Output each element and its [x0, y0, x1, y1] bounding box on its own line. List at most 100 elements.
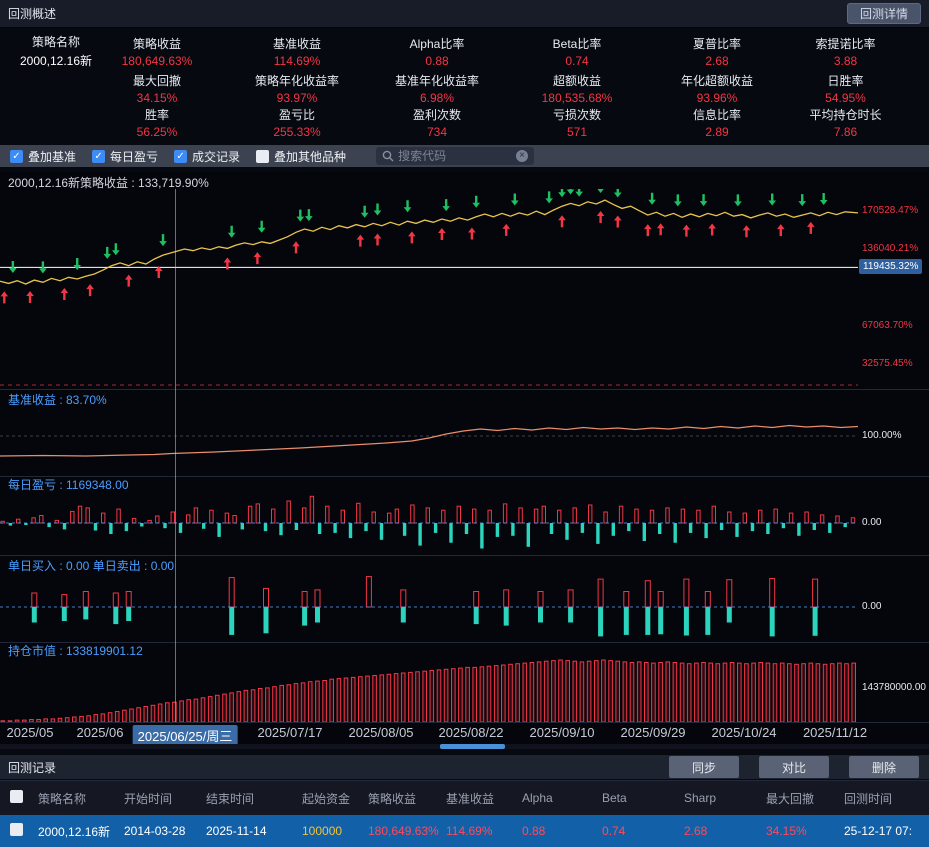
x-axis-label[interactable]: 2025/07/17: [257, 725, 322, 740]
position-axis-label: 143780000.00: [862, 682, 926, 693]
checkbox-checked-icon[interactable]: ✓: [174, 150, 187, 163]
stat-label: 日胜率: [827, 72, 863, 89]
position-value-chart[interactable]: [0, 657, 858, 722]
stat-label: 年化超额收益: [681, 72, 753, 89]
stat-cell: 超额收益 180,535.68%: [482, 71, 672, 105]
stat-cell: 盈亏比255.33%: [202, 105, 392, 139]
stat-value: 571: [567, 125, 587, 139]
section-divider: [0, 476, 929, 477]
records-table-header: 策略名称开始时间结束时间起始资金策略收益基准收益AlphaBetaSharp最大…: [0, 780, 929, 815]
column-header[interactable]: Beta: [598, 791, 680, 805]
toolbar-checkbox-item[interactable]: ✓ 每日盈亏: [92, 148, 158, 165]
stat-value: 54.95%: [825, 91, 866, 105]
checkbox-checked-icon[interactable]: ✓: [92, 150, 105, 163]
stat-label: 信息比率: [693, 106, 741, 123]
column-header[interactable]: Sharp: [680, 791, 762, 805]
checkbox-label: 成交记录: [192, 148, 240, 165]
daily-trades-chart[interactable]: [0, 572, 858, 642]
stat-value: 734: [427, 125, 447, 139]
clear-search-icon[interactable]: ×: [516, 150, 528, 162]
x-axis-label[interactable]: 2025/10/24: [711, 725, 776, 740]
checkbox-label: 叠加其他品种: [274, 148, 346, 165]
page-title: 回测概述: [8, 5, 56, 22]
stat-cell: 基准收益114.69%: [202, 31, 392, 71]
y-axis-label: 32575.45%: [862, 358, 913, 369]
stat-label: 最大回撤: [133, 72, 181, 89]
stat-cell: 索提诺比率3.88: [762, 31, 929, 71]
row-cell: 180,649.63%: [364, 824, 442, 838]
row-cell: 34.15%: [762, 824, 840, 838]
x-axis-label[interactable]: 2025/05: [7, 725, 54, 740]
checkbox-label: 每日盈亏: [110, 148, 158, 165]
column-header[interactable]: 起始资金: [298, 790, 364, 807]
records-buttons: 同步对比删除: [669, 756, 919, 778]
delete-button[interactable]: 删除: [849, 756, 919, 778]
select-all-checkbox[interactable]: [10, 790, 23, 803]
compare-button[interactable]: 对比: [759, 756, 829, 778]
select-all-cell: [0, 790, 34, 806]
records-header: 回测记录 同步对比删除: [0, 755, 929, 779]
pnl-zero-label: 0.00: [862, 517, 881, 528]
stat-cell: 策略名称2000,12.16新: [0, 31, 112, 71]
benchmark-axis-label: 100.00%: [862, 430, 901, 441]
stat-label: Beta比率: [553, 35, 602, 52]
row-cell: 114.69%: [442, 824, 518, 838]
trades-zero-label: 0.00: [862, 601, 881, 612]
benchmark-return-chart[interactable]: [0, 406, 858, 476]
toolbar-checkbox-item[interactable]: 叠加其他品种: [256, 148, 346, 165]
top-bar: 回测概述 回测详情: [0, 0, 929, 28]
stat-value: 3.88: [834, 54, 857, 68]
row-cell: 2025-11-14: [202, 824, 298, 838]
x-axis-label[interactable]: 2025/09/10: [529, 725, 594, 740]
x-axis-label-highlighted[interactable]: 2025/06/25/周三: [133, 725, 238, 746]
charts-panel: 2000,12.16新策略收益 : 133,719.90% 基准收益 : 83.…: [0, 172, 929, 749]
checkbox-checked-icon[interactable]: ✓: [10, 150, 23, 163]
backtest-detail-button[interactable]: 回测详情: [847, 3, 921, 24]
toolbar-checkbox-item[interactable]: ✓ 成交记录: [174, 148, 240, 165]
stat-label: 基准收益: [273, 35, 321, 52]
stat-value: 0.88: [425, 54, 448, 68]
stat-value: 56.25%: [137, 125, 178, 139]
stat-label: 夏普比率: [693, 35, 741, 52]
stat-value: 180,535.68%: [542, 91, 613, 105]
stat-value: 0.74: [565, 54, 588, 68]
row-checkbox[interactable]: [10, 823, 23, 836]
stat-cell: 策略收益180,649.63%: [112, 31, 202, 71]
toolbar-checkbox-item[interactable]: ✓ 叠加基准: [10, 148, 76, 165]
records-table-row[interactable]: 2000,12.16新2014-03-282025-11-14100000180…: [0, 815, 929, 847]
x-axis-label[interactable]: 2025/09/29: [620, 725, 685, 740]
row-cell: 0.88: [518, 824, 598, 838]
strategy-return-chart[interactable]: [0, 189, 858, 389]
checkbox-unchecked-icon[interactable]: [256, 150, 269, 163]
stat-cell: Beta比率 0.74: [482, 31, 672, 71]
stat-label: 超额收益: [553, 72, 601, 89]
checkbox-group: ✓ 叠加基准 ✓ 每日盈亏 ✓ 成交记录 叠加其他品种: [10, 148, 346, 165]
column-header[interactable]: 回测时间: [840, 790, 929, 807]
column-header[interactable]: 策略名称: [34, 790, 120, 807]
stat-cell: 策略年化收益率93.97%: [202, 71, 392, 105]
x-axis-label[interactable]: 2025/08/22: [438, 725, 503, 740]
scrollbar-thumb[interactable]: [440, 744, 505, 749]
y-axis-label: 67063.70%: [862, 320, 913, 331]
column-header[interactable]: 最大回撤: [762, 790, 840, 807]
x-axis-label[interactable]: 2025/08/05: [348, 725, 413, 740]
stat-value: 34.15%: [137, 91, 178, 105]
column-header[interactable]: 开始时间: [120, 790, 202, 807]
x-axis-label[interactable]: 2025/11/12: [803, 725, 867, 740]
column-header[interactable]: 结束时间: [202, 790, 298, 807]
sync-button[interactable]: 同步: [669, 756, 739, 778]
checkbox-label: 叠加基准: [28, 148, 76, 165]
daily-pnl-chart[interactable]: [0, 491, 858, 555]
column-header[interactable]: 基准收益: [442, 790, 518, 807]
stat-label: 策略年化收益率: [255, 72, 339, 89]
column-header[interactable]: 策略收益: [364, 790, 442, 807]
chart-scrollbar[interactable]: [0, 744, 929, 749]
search-box[interactable]: ×: [376, 147, 534, 165]
column-header[interactable]: Alpha: [518, 791, 598, 805]
stat-label: Alpha比率: [410, 35, 465, 52]
search-input[interactable]: [398, 149, 512, 163]
row-cell: 25-12-17 07:: [840, 824, 929, 838]
x-axis-label[interactable]: 2025/06: [77, 725, 124, 740]
stat-label: 盈利次数: [413, 106, 461, 123]
stat-cell: 基准年化收益率6.98%: [392, 71, 482, 105]
